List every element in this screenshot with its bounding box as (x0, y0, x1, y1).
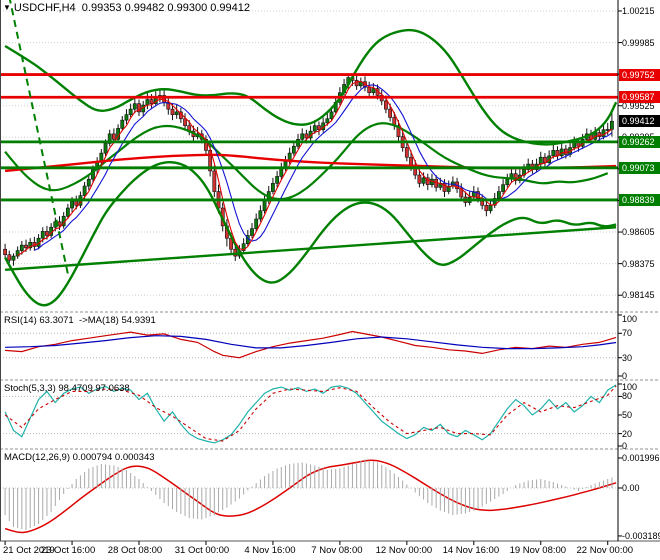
rsi-panel (0, 330, 618, 359)
time-axis-label: 7 Nov 08:00 (311, 545, 363, 556)
stochastic-axis-label: 0 (622, 441, 628, 451)
time-axis-label: 23 Oct 16:00 (40, 545, 96, 556)
stochastic-panel-label: Stoch(5,3,3) 98.4709 97.0638 (4, 383, 130, 394)
price-axis-label: 0.98145 (622, 290, 655, 301)
ascending-trendline (5, 226, 617, 272)
resistance-price-badge: 0.99587 (619, 91, 660, 104)
stochastic-axis-label: 50 (622, 410, 633, 420)
chart-title: ▼ USDCHF,H4 0.99353 0.99482 0.99300 0.994… (3, 2, 250, 14)
price-axis-label: 0.98375 (622, 258, 655, 269)
rsi-axis-label: 70 (622, 328, 633, 339)
panel-separators-and-axes (0, 0, 660, 545)
support-price-badge: 0.99262 (619, 135, 660, 148)
rsi-axis-label: 100 (622, 314, 638, 324)
main-gridlines (0, 10, 618, 296)
stochastic-d-line (4, 385, 617, 442)
rsi-ma-line (5, 335, 617, 350)
macd-axis-label: 0.00 (622, 483, 640, 493)
price-axis-label: 0.98605 (622, 227, 655, 238)
rsi-axis-label: 30 (622, 352, 633, 363)
macd-panel-label: MACD(12,26,9) 0.000794 0.000343 (4, 452, 155, 463)
macd-histogram (4, 459, 613, 531)
time-axis-label: 28 Oct 08:00 (107, 545, 163, 556)
symbol-timeframe: USDCHF,H4 (13, 2, 76, 14)
price-axis-label: 0.99985 (622, 37, 655, 48)
trading-chart-window: ▼ USDCHF,H4 0.99353 0.99482 0.99300 0.994… (0, 0, 660, 560)
support-price-badge: 0.98839 (619, 193, 660, 206)
rsi-axis-label: 0 (622, 371, 628, 381)
current-price-badge: 0.99412 (619, 115, 660, 128)
rsi-panel-label: RSI(14) 63.3071 ->MA(18) 54.9391 (4, 315, 156, 326)
time-axis-label: 14 Nov 16:00 (442, 545, 500, 556)
support-price-badge: 0.99073 (619, 161, 660, 174)
chart-canvas[interactable] (0, 0, 660, 560)
time-axis-label: 4 Nov 16:00 (244, 545, 296, 556)
chart-marker-icon: ▼ (3, 3, 11, 12)
resistance-price-badge: 0.99752 (619, 68, 660, 81)
time-axis-label: 19 Nov 08:00 (509, 545, 567, 556)
price-axis-label: 1.00215 (622, 5, 655, 16)
ohlc-readout: 0.99353 0.99482 0.99300 0.99412 (81, 2, 250, 14)
macd-axis-label: 0.001996 (622, 452, 660, 463)
stochastic-axis-label: 20 (622, 428, 633, 439)
time-axis-label: 31 Oct 00:00 (174, 545, 230, 556)
macd-axis-label: -0.003189 (622, 530, 660, 541)
stochastic-axis-label: 80 (622, 391, 633, 402)
time-axis-label: 12 Nov 00:00 (375, 545, 433, 556)
time-axis-label: 22 Nov 00:00 (576, 545, 634, 556)
